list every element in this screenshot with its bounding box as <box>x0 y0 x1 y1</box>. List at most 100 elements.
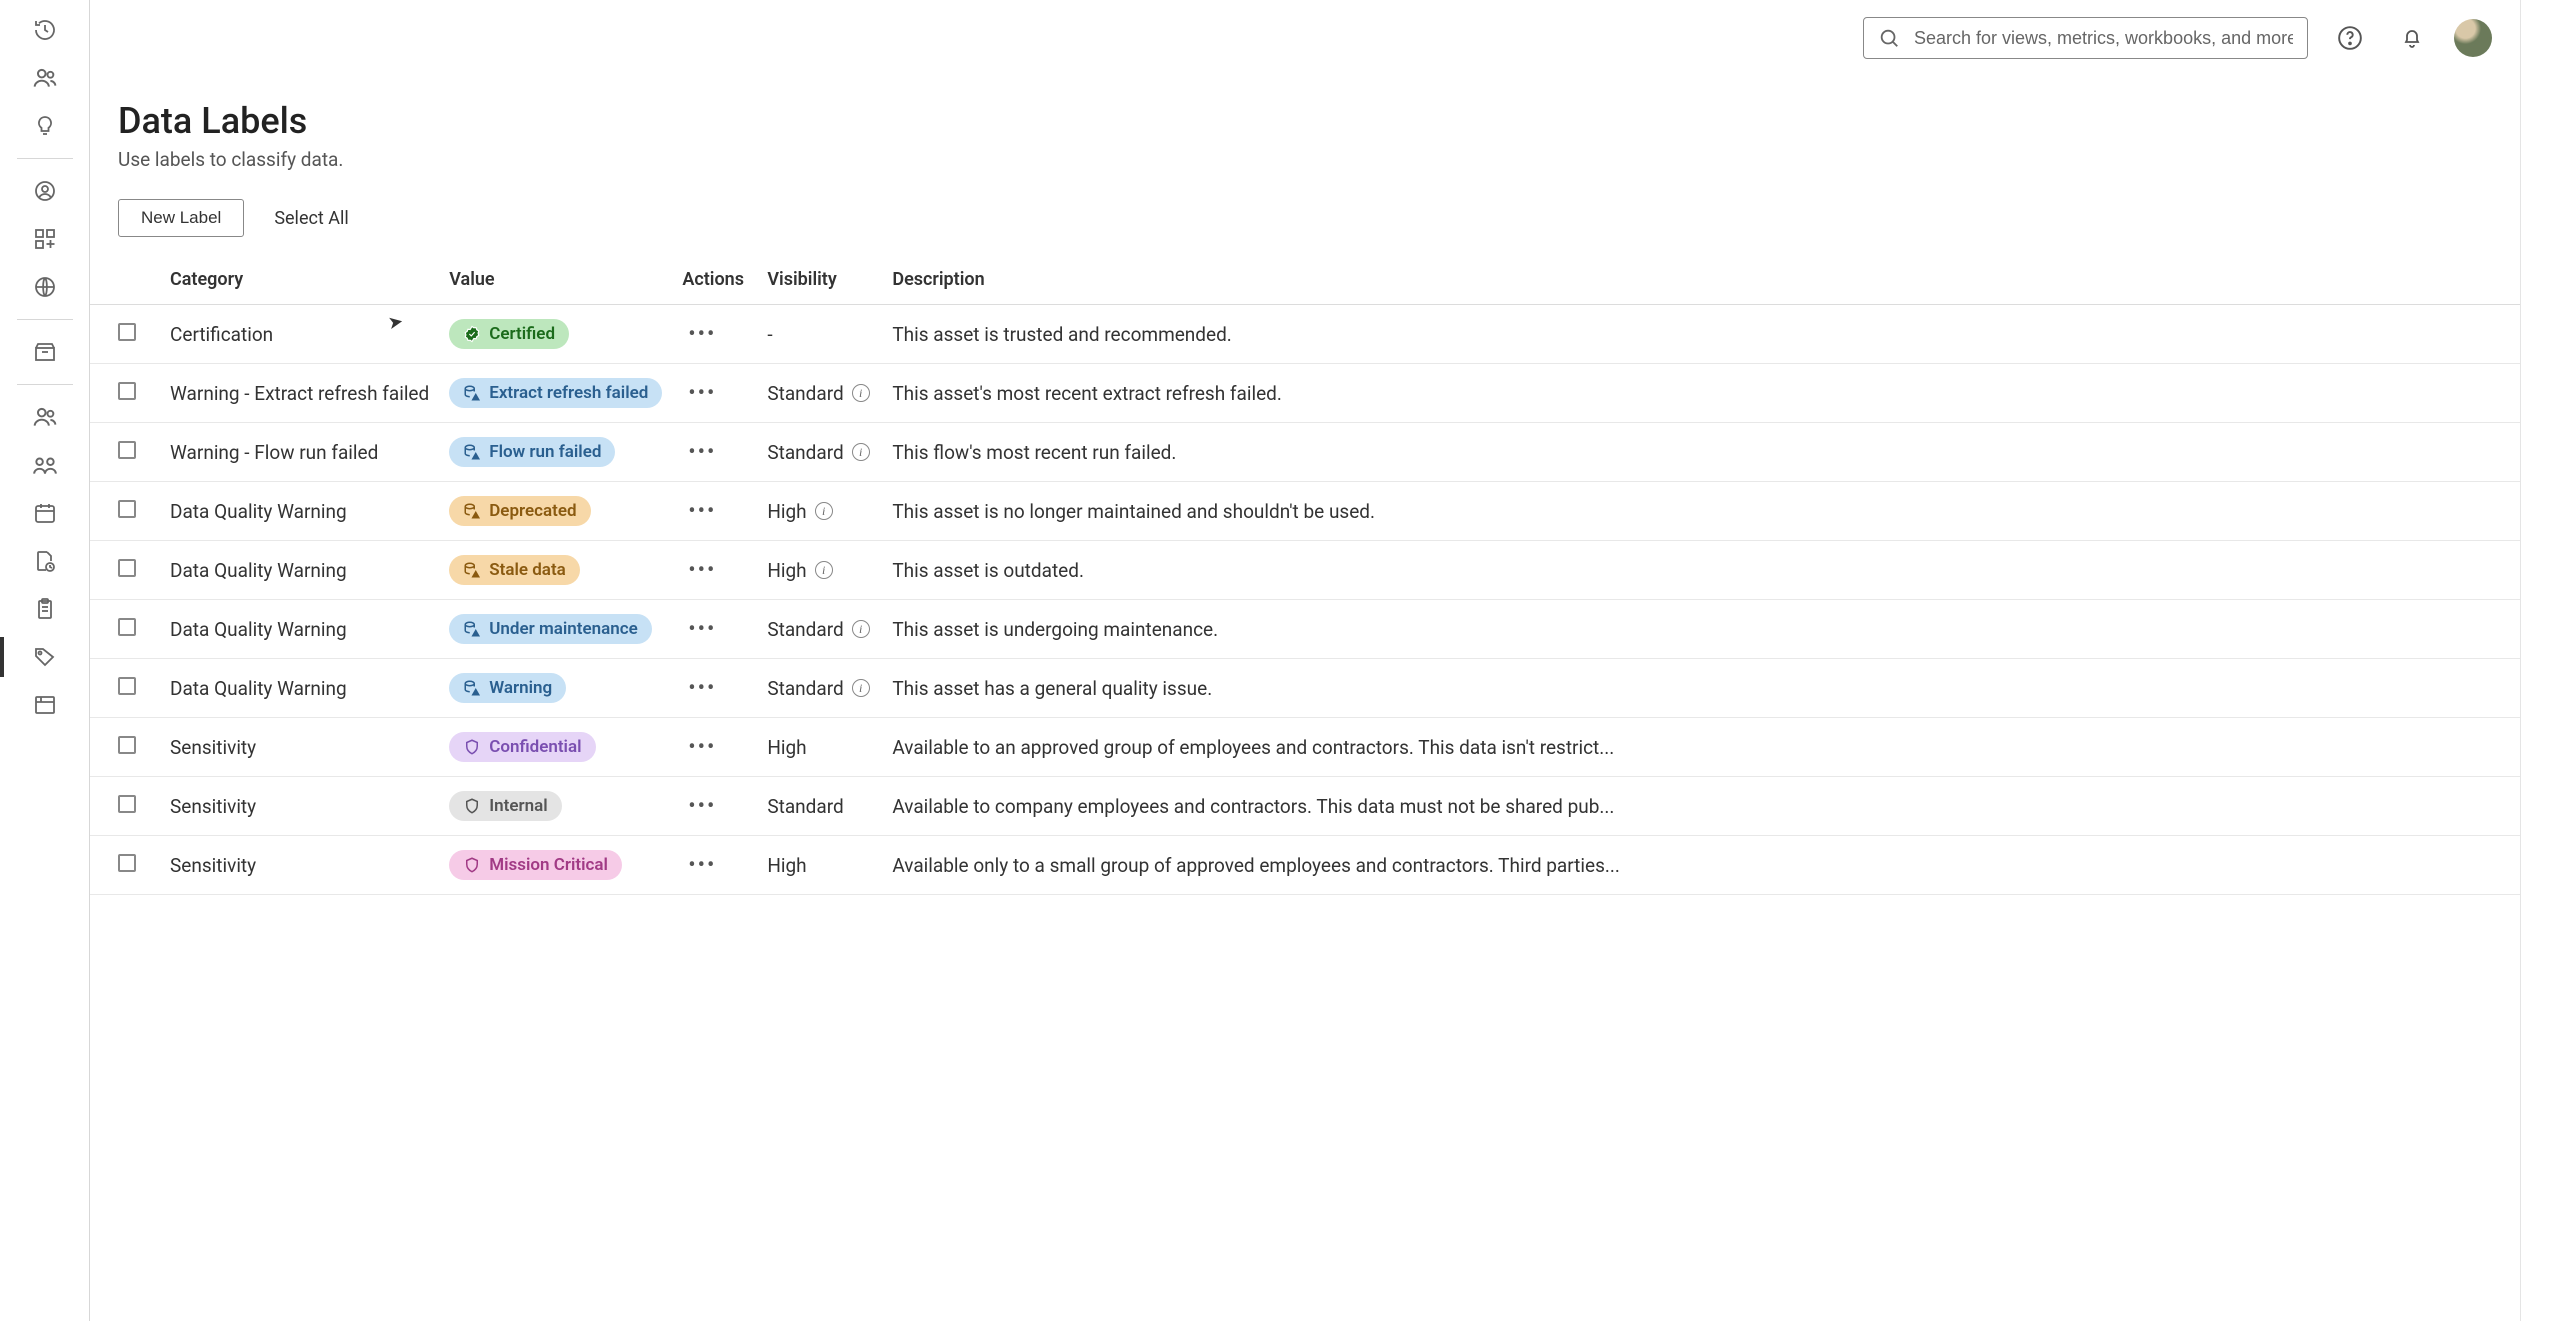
sidebar-lightbulb-icon[interactable] <box>21 102 69 150</box>
table-row: SensitivityMission Critical•••HighAvaila… <box>90 836 2520 895</box>
sidebar-user-icon[interactable] <box>21 167 69 215</box>
bell-icon[interactable] <box>2392 18 2432 58</box>
row-checkbox[interactable] <box>118 854 136 872</box>
sidebar-users-icon[interactable] <box>21 54 69 102</box>
sidebar-globe-icon[interactable] <box>21 263 69 311</box>
row-checkbox[interactable] <box>118 323 136 341</box>
sidebar-groups-icon[interactable] <box>21 393 69 441</box>
sidebar-window-icon[interactable] <box>21 681 69 729</box>
value-pill: Mission Critical <box>449 850 622 880</box>
value-pill: Certified <box>449 319 569 349</box>
row-checkbox[interactable] <box>118 441 136 459</box>
table-row: Data Quality Warning Stale data ••• Highi Th… <box>90 541 2520 600</box>
col-header-actions: Actions <box>672 255 757 305</box>
page-header: Data Labels Use labels to classify data. <box>90 100 2520 189</box>
info-icon[interactable]: i <box>852 384 870 402</box>
sidebar-file-clock-icon[interactable] <box>21 537 69 585</box>
row-visibility: - <box>767 323 772 346</box>
row-actions-menu[interactable]: ••• <box>682 381 722 406</box>
row-actions-menu[interactable]: ••• <box>682 558 722 583</box>
table-row: Data Quality WarningDeprecated•••HighiTh… <box>90 482 2520 541</box>
row-actions-menu[interactable]: ••• <box>682 794 722 819</box>
row-category: Warning - Extract refresh failed <box>160 364 439 423</box>
table-row: Data Quality WarningUnder maintenance•••… <box>90 600 2520 659</box>
row-visibility: Standard <box>767 441 843 464</box>
right-gutter <box>2520 0 2560 1321</box>
row-category: Data Quality Warning <box>160 659 439 718</box>
new-label-button[interactable]: New Label <box>118 199 244 237</box>
warn-db-icon <box>463 443 481 461</box>
col-header-category[interactable]: Category <box>160 255 439 305</box>
table-row: Warning - Flow run failedFlow run failed… <box>90 423 2520 482</box>
row-checkbox[interactable] <box>118 618 136 636</box>
row-description: Available to company employees and contr… <box>882 777 2520 836</box>
sidebar-tag-icon[interactable] <box>21 633 69 681</box>
info-icon[interactable]: i <box>852 679 870 697</box>
sidebar-calendar-icon[interactable] <box>21 489 69 537</box>
value-pill: Under maintenance <box>449 614 652 644</box>
info-icon[interactable]: i <box>852 443 870 461</box>
row-description: Available to an approved group of employ… <box>882 718 2520 777</box>
sidebar-apps-icon[interactable] <box>21 215 69 263</box>
row-description: Available only to a small group of appro… <box>882 836 2520 895</box>
info-icon[interactable]: i <box>815 561 833 579</box>
col-header-visibility[interactable]: Visibility <box>757 255 882 305</box>
table-row: Data Quality Warning Warning ••• Standard iT… <box>90 659 2520 718</box>
row-checkbox[interactable] <box>118 795 136 813</box>
shield-icon <box>463 738 481 756</box>
row-visibility: High <box>767 559 806 582</box>
value-pill: Stale data <box>449 555 580 585</box>
warn-db-icon <box>463 620 481 638</box>
row-actions-menu[interactable]: ••• <box>682 322 722 347</box>
row-description: This asset is no longer maintained and s… <box>882 482 2520 541</box>
row-actions-menu[interactable]: ••• <box>682 676 722 701</box>
row-actions-menu[interactable]: ••• <box>682 735 722 760</box>
row-visibility: Standard <box>767 677 843 700</box>
pill-label: Under maintenance <box>489 619 638 639</box>
sidebar-team-icon[interactable] <box>21 441 69 489</box>
pill-label: Stale data <box>489 560 566 580</box>
info-icon[interactable]: i <box>815 502 833 520</box>
pill-label: Certified <box>489 324 555 344</box>
value-pill: Deprecated <box>449 496 590 526</box>
labels-table: Category Value Actions Visibility Descri… <box>90 255 2520 895</box>
sidebar-divider <box>17 158 73 159</box>
avatar[interactable] <box>2454 19 2492 57</box>
col-header-description[interactable]: Description <box>882 255 2520 305</box>
row-checkbox[interactable] <box>118 559 136 577</box>
top-bar <box>90 0 2520 76</box>
info-icon[interactable]: i <box>852 620 870 638</box>
page-subtitle: Use labels to classify data. <box>118 148 2520 171</box>
pill-label: Confidential <box>489 737 581 757</box>
row-description: This asset has a general quality issue. <box>882 659 2520 718</box>
pill-label: Mission Critical <box>489 855 608 875</box>
value-pill: Warning <box>449 673 566 703</box>
row-actions-menu[interactable]: ••• <box>682 499 722 524</box>
sidebar-box-icon[interactable] <box>21 328 69 376</box>
row-checkbox[interactable] <box>118 382 136 400</box>
row-description: This asset is outdated. <box>882 541 2520 600</box>
row-checkbox[interactable] <box>118 736 136 754</box>
sidebar-divider <box>17 384 73 385</box>
row-category: Data Quality Warning <box>160 541 439 600</box>
value-pill: Flow run failed <box>449 437 615 467</box>
sidebar-history-icon[interactable] <box>21 6 69 54</box>
search-icon <box>1878 27 1900 49</box>
pill-label: Extract refresh failed <box>489 383 648 403</box>
table-row: SensitivityConfidential•••HighAvailable … <box>90 718 2520 777</box>
row-checkbox[interactable] <box>118 500 136 518</box>
row-description: This asset is trusted and recommended. <box>882 305 2520 364</box>
row-category: Sensitivity <box>160 836 439 895</box>
row-actions-menu[interactable]: ••• <box>682 853 722 878</box>
table-row: SensitivityInternal•••StandardAvailable … <box>90 777 2520 836</box>
select-all-button[interactable]: Select All <box>274 208 348 229</box>
row-actions-menu[interactable]: ••• <box>682 440 722 465</box>
help-icon[interactable] <box>2330 18 2370 58</box>
pill-label: Flow run failed <box>489 442 601 462</box>
search-box[interactable] <box>1863 17 2308 59</box>
row-actions-menu[interactable]: ••• <box>682 617 722 642</box>
col-header-value[interactable]: Value <box>439 255 672 305</box>
search-input[interactable] <box>1914 28 2293 49</box>
sidebar-clipboard-icon[interactable] <box>21 585 69 633</box>
row-checkbox[interactable] <box>118 677 136 695</box>
